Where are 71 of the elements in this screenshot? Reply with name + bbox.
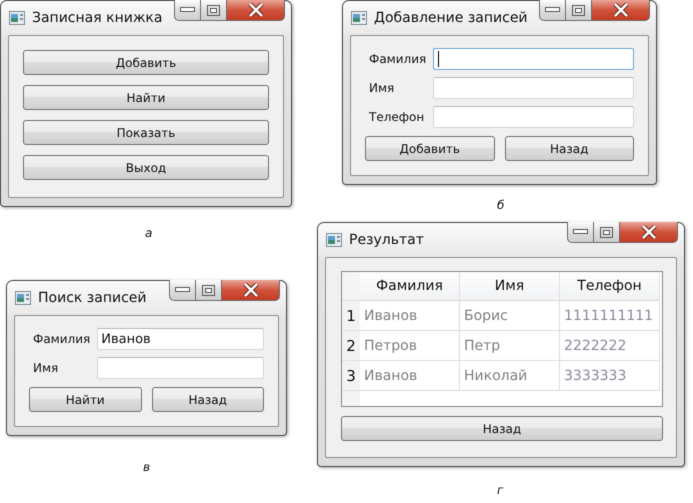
close-icon [612, 3, 628, 17]
field-label: Имя [33, 361, 60, 375]
column-header[interactable]: Фамилия [360, 272, 460, 301]
app-icon [9, 11, 25, 25]
close-button[interactable] [227, 0, 285, 21]
table-cell: Петров [360, 331, 460, 361]
table-cell: Иванов [360, 301, 460, 331]
app-icon [15, 291, 31, 305]
maximize-icon [572, 4, 585, 16]
push-button[interactable]: Найти [23, 85, 269, 110]
close-button[interactable] [620, 222, 678, 243]
window-title: Добавление записей [374, 10, 528, 26]
push-button[interactable]: Добавить [365, 136, 494, 161]
minimize-button[interactable] [174, 0, 201, 21]
minimize-icon [545, 7, 560, 13]
maximize-icon [207, 4, 220, 16]
push-button[interactable]: Добавить [23, 50, 269, 75]
maximize-button[interactable] [566, 0, 592, 21]
close-button[interactable] [222, 280, 280, 301]
minimize-button[interactable] [539, 0, 566, 21]
row-header[interactable]: 2 [342, 331, 360, 361]
table-cell: 2222222 [560, 331, 660, 361]
field-label: Фамилия [369, 52, 426, 66]
app-icon [351, 11, 367, 25]
close-icon [640, 225, 656, 239]
maximize-button[interactable] [196, 280, 222, 301]
field-label: Телефон [369, 110, 426, 124]
field-label: Имя [369, 81, 396, 95]
text-cursor [438, 51, 440, 67]
minimize-button[interactable] [567, 222, 594, 243]
text-field[interactable] [433, 48, 634, 70]
push-button[interactable]: Назад [504, 136, 634, 161]
close-button[interactable] [592, 0, 650, 21]
text-field[interactable] [433, 77, 634, 99]
text-field[interactable] [97, 357, 264, 379]
push-button[interactable]: Назад [152, 387, 264, 412]
table-cell: Борис [460, 301, 560, 331]
figure-caption: в [143, 460, 150, 474]
maximize-button[interactable] [594, 222, 620, 243]
column-header[interactable]: Имя [460, 272, 560, 301]
window-title: Поиск записей [38, 290, 146, 306]
figure-caption: а [145, 226, 152, 240]
table-cell: Николай [460, 361, 560, 391]
minimize-icon [175, 287, 190, 293]
push-button[interactable]: Показать [23, 120, 269, 145]
table-cell: 3333333 [560, 361, 660, 391]
app-icon [326, 233, 342, 247]
window-title: Результат [349, 232, 424, 248]
close-icon [248, 3, 264, 17]
text-field[interactable]: Иванов [97, 328, 264, 350]
field-label: Фамилия [33, 332, 90, 346]
maximize-icon [202, 284, 215, 296]
table-cell: Петр [460, 331, 560, 361]
figure-caption: б [497, 198, 504, 212]
column-header[interactable]: Телефон [560, 272, 660, 301]
table-cell: Иванов [360, 361, 460, 391]
row-header[interactable]: 1 [342, 301, 360, 331]
table-cell: 1111111111 [560, 301, 660, 331]
row-header[interactable]: 3 [342, 361, 360, 391]
figure-caption: г [497, 483, 504, 497]
text-field[interactable] [433, 106, 634, 128]
maximize-button[interactable] [201, 0, 227, 21]
minimize-icon [573, 229, 588, 235]
push-button[interactable]: Назад [341, 416, 663, 441]
window-title: Записная книжка [32, 10, 162, 26]
minimize-icon [180, 7, 195, 13]
maximize-icon [600, 226, 613, 238]
push-button[interactable]: Выход [23, 155, 269, 180]
close-icon [242, 283, 258, 297]
push-button[interactable]: Найти [29, 387, 142, 412]
minimize-button[interactable] [169, 280, 196, 301]
